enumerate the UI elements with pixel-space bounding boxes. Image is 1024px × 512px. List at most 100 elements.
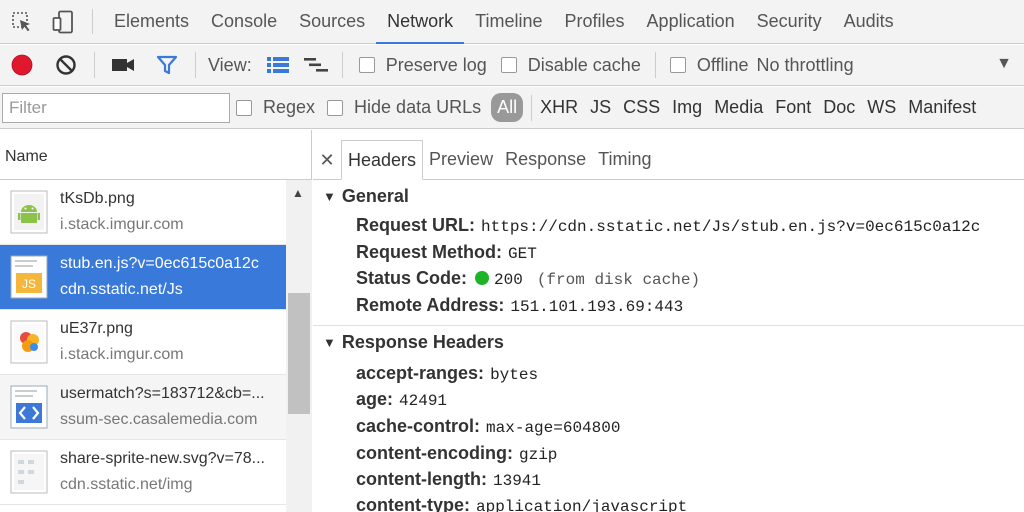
status-code-row: Status Code: 200 (from disk cache) [356, 268, 700, 289]
tab-response[interactable]: Response [499, 139, 592, 179]
throttling-select[interactable]: No throttling [757, 55, 854, 76]
header-value: gzip [518, 446, 558, 464]
android-image-icon [10, 190, 48, 234]
checkbox-box[interactable] [358, 57, 375, 73]
request-url-value: https://cdn.sstatic.net/Js/stub.en.js?v=… [481, 218, 981, 236]
close-icon[interactable]: ✕ [313, 141, 341, 179]
status-ok-icon [475, 271, 490, 285]
list-view-icon [266, 57, 289, 73]
request-row[interactable]: tKsDb.png i.stack.imgur.com [0, 180, 286, 245]
code-file-icon [10, 385, 48, 429]
capture-screenshots-button[interactable] [101, 45, 145, 86]
checkbox-box[interactable] [500, 57, 517, 73]
filter-js-button[interactable]: JS [584, 97, 617, 118]
request-row[interactable]: uE37r.png i.stack.imgur.com [0, 310, 286, 375]
toolbar-divider [654, 52, 656, 78]
collapse-triangle-icon: ▼ [323, 189, 336, 204]
response-header-row: content-type: application/javascript [356, 495, 687, 512]
network-toolbar: View: Preserve log Disable cache Offline… [0, 45, 1024, 86]
header-key: content-length: [356, 469, 487, 489]
checkbox-box[interactable] [327, 99, 344, 116]
offline-checkbox[interactable]: Offline [669, 54, 749, 76]
request-url-key: Request URL: [356, 215, 476, 235]
main-tab-bar: Elements Console Sources Network Timelin… [0, 0, 1024, 44]
filter-toggle-button[interactable] [145, 45, 189, 86]
request-row[interactable]: share-sprite-new.svg?v=78... cdn.sstatic… [0, 440, 286, 505]
header-value: 42491 [399, 392, 448, 410]
offline-label: Offline [696, 54, 749, 75]
collapse-triangle-icon: ▼ [323, 335, 336, 350]
request-name: uE37r.png [60, 320, 133, 337]
name-column-header[interactable]: Name [0, 130, 311, 180]
dropdown-arrow-icon[interactable]: ▼ [996, 55, 1012, 73]
response-headers-section-toggle[interactable]: ▼ Response Headers [313, 332, 504, 353]
filter-all-button[interactable]: All [491, 93, 524, 122]
tab-application[interactable]: Application [636, 0, 746, 43]
filter-css-button[interactable]: CSS [617, 97, 666, 118]
filter-manifest-button[interactable]: Manifest [902, 97, 982, 118]
tab-headers[interactable]: Headers [341, 140, 424, 180]
filter-input[interactable] [2, 92, 230, 123]
waterfall-icon [303, 58, 328, 72]
filter-doc-button[interactable]: Doc [817, 97, 861, 118]
inspect-element-icon[interactable] [0, 0, 44, 43]
large-rows-button[interactable] [260, 45, 296, 86]
js-file-icon: JS [10, 255, 48, 299]
response-header-row: content-length: 13941 [356, 469, 541, 490]
checkbox-box[interactable] [236, 99, 252, 116]
remote-address-key: Remote Address: [356, 295, 505, 315]
request-url-row: Request URL: https://cdn.sstatic.net/Js/s… [356, 215, 980, 236]
record-button[interactable] [0, 45, 44, 86]
overview-button[interactable] [296, 45, 336, 86]
tab-security[interactable]: Security [746, 0, 833, 43]
response-headers-title: Response Headers [341, 332, 504, 352]
filter-xhr-button[interactable]: XHR [534, 97, 584, 118]
scroll-up-arrow-icon[interactable]: ▲ [292, 186, 304, 200]
toolbar-divider [94, 52, 95, 78]
filter-ws-button[interactable]: WS [861, 97, 902, 118]
device-toolbar-icon[interactable] [44, 0, 82, 43]
tab-elements[interactable]: Elements [103, 0, 200, 43]
filter-font-button[interactable]: Font [769, 97, 817, 118]
svg-file-icon [10, 450, 48, 494]
tab-profiles[interactable]: Profiles [554, 0, 636, 43]
request-method-key: Request Method: [356, 242, 502, 262]
tab-network[interactable]: Network [376, 0, 465, 44]
header-value: max-age=604800 [486, 419, 621, 437]
tab-timeline[interactable]: Timeline [464, 0, 553, 43]
clear-button[interactable] [44, 45, 88, 86]
request-domain: i.stack.imgur.com [60, 346, 184, 363]
hide-data-urls-checkbox[interactable]: Hide data URLs [327, 97, 481, 118]
tab-sources[interactable]: Sources [288, 0, 376, 43]
remote-address-row: Remote Address: 151.101.193.69:443 [356, 295, 683, 316]
regex-label: Regex [263, 97, 316, 117]
view-label: View: [208, 54, 252, 75]
remote-address-value: 151.101.193.69:443 [510, 298, 684, 316]
preserve-log-checkbox[interactable]: Preserve log [358, 55, 487, 76]
filter-img-button[interactable]: Img [666, 97, 708, 118]
filter-media-button[interactable]: Media [708, 97, 769, 118]
header-value: application/javascript [476, 498, 688, 512]
scrollbar-thumb[interactable] [288, 293, 310, 414]
request-row-selected[interactable]: JS stub.en.js?v=0ec615c0a12c cdn.sstatic… [0, 245, 286, 310]
checkbox-box[interactable] [669, 57, 686, 73]
tab-audits[interactable]: Audits [833, 0, 905, 43]
request-row[interactable]: usermatch?s=183712&cb=... ssum-sec.casal… [0, 375, 286, 440]
svg-text:JS: JS [22, 277, 36, 291]
response-header-row: cache-control: max-age=604800 [356, 416, 620, 437]
colorful-image-icon [10, 320, 48, 364]
general-section-toggle[interactable]: ▼ General [313, 186, 409, 207]
request-name: usermatch?s=183712&cb=... [60, 385, 265, 402]
response-header-row: age: 42491 [356, 389, 447, 410]
regex-checkbox[interactable]: Regex [236, 97, 315, 118]
tab-console[interactable]: Console [200, 0, 288, 43]
disable-cache-checkbox[interactable]: Disable cache [500, 54, 641, 76]
tab-timing[interactable]: Timing [592, 139, 657, 179]
response-header-row: accept-ranges: bytes [356, 363, 538, 384]
header-key: content-encoding: [356, 443, 513, 463]
request-domain: i.stack.imgur.com [60, 216, 184, 233]
disable-cache-label: Disable cache [527, 54, 641, 75]
request-list-scrollbar[interactable]: ▲ [286, 180, 312, 512]
tab-preview[interactable]: Preview [423, 139, 499, 179]
toolbar-divider [341, 52, 343, 78]
